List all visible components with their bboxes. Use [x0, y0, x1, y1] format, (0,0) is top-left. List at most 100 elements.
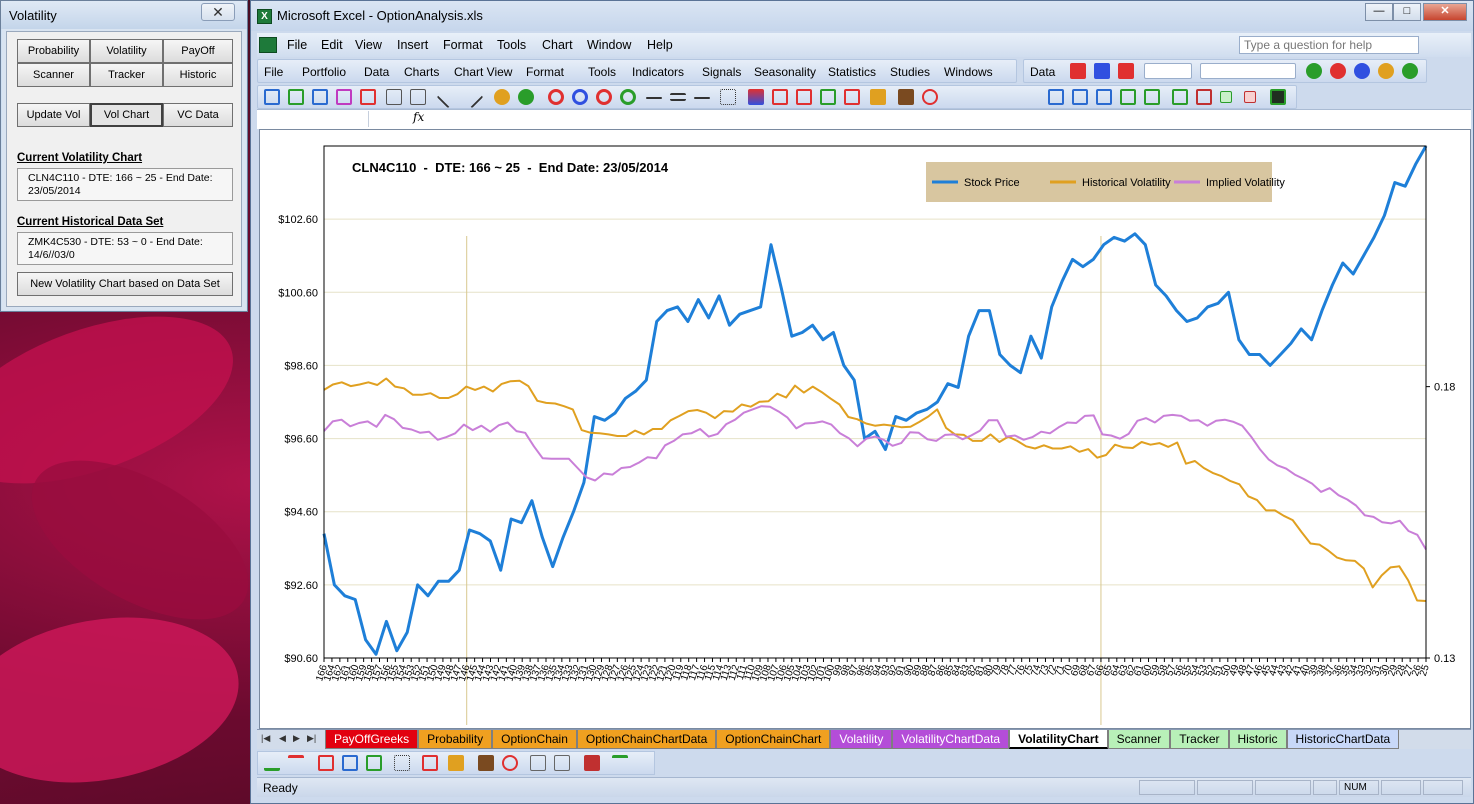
toolbar-studies[interactable]: Studies — [890, 65, 930, 79]
color-wheel-icon[interactable] — [1378, 63, 1394, 79]
chart-a-icon[interactable] — [422, 755, 438, 771]
studies-icon[interactable] — [1094, 63, 1110, 79]
toolbar-indicators[interactable]: Indicators — [632, 65, 684, 79]
house-icon[interactable] — [898, 89, 914, 105]
color-wheel-icon[interactable] — [1402, 63, 1418, 79]
probability-button[interactable]: Probability — [17, 39, 90, 63]
bar-chart-icon[interactable] — [748, 89, 764, 105]
function-icon[interactable]: fx — [413, 110, 424, 124]
line-icon[interactable] — [460, 85, 484, 109]
sheet-tab[interactable]: HistoricChartData — [1286, 730, 1400, 749]
sheet-tab[interactable]: VolatilityChartData — [892, 730, 1010, 749]
house-icon[interactable] — [478, 755, 494, 771]
toolbar-signals[interactable]: Signals — [702, 65, 741, 79]
minimize-icon[interactable]: — — [1365, 3, 1393, 21]
line-icon[interactable] — [436, 85, 460, 109]
historic-button[interactable]: Historic — [163, 63, 233, 87]
save-icon[interactable] — [1270, 89, 1286, 105]
menu-format[interactable]: Format — [443, 38, 483, 52]
period-dropdown[interactable] — [1200, 63, 1296, 79]
layout-icon[interactable] — [1096, 89, 1112, 105]
menu-help[interactable]: Help — [647, 38, 673, 52]
tools-icon[interactable] — [584, 755, 600, 771]
payoff-button[interactable]: PayOff — [163, 39, 233, 63]
link-icon[interactable] — [502, 755, 518, 771]
color-wheel-icon[interactable] — [1354, 63, 1370, 79]
chart-y-icon[interactable] — [820, 89, 836, 105]
menu-window[interactable]: Window — [587, 38, 631, 52]
grid-icon[interactable] — [394, 755, 410, 771]
toolbar-file[interactable]: File — [264, 65, 283, 79]
w-box-icon[interactable] — [336, 89, 352, 105]
studies-icon[interactable] — [1118, 63, 1134, 79]
vc-data-button[interactable]: VC Data — [163, 103, 233, 127]
chart-icon[interactable] — [342, 755, 358, 771]
layout-icon[interactable] — [1120, 89, 1136, 105]
next-sheet-icon[interactable]: ▶ — [293, 733, 300, 744]
o-arrow-icon[interactable] — [974, 89, 990, 105]
toolbar-portfolio[interactable]: Portfolio — [302, 65, 346, 79]
o-box-icon[interactable] — [264, 89, 280, 105]
color-wheel-icon[interactable] — [1330, 63, 1346, 79]
volatility-chart[interactable]: $90.60 $92.60 $94.60 $96.60 $98.60 $100.60 $10… — [260, 130, 1472, 730]
t-box-icon[interactable] — [288, 89, 304, 105]
hline-icon[interactable] — [694, 97, 710, 99]
menu-tools[interactable]: Tools — [497, 38, 526, 52]
down-arrow-icon[interactable] — [288, 755, 304, 771]
menu-file[interactable]: File — [287, 38, 307, 52]
sheet-tab[interactable]: VolatilityChart — [1009, 730, 1108, 749]
copy-icon[interactable] — [1172, 89, 1188, 105]
o-arrow-icon[interactable] — [998, 89, 1014, 105]
square-icon[interactable] — [1220, 91, 1232, 103]
menu-insert[interactable]: Insert — [397, 38, 428, 52]
volatility-button[interactable]: Volatility — [90, 39, 163, 63]
layout-icon[interactable] — [1072, 89, 1088, 105]
target-icon[interactable] — [620, 89, 636, 105]
sheet-tab[interactable]: Historic — [1228, 730, 1287, 749]
paint-icon[interactable] — [494, 89, 510, 105]
toolbar-seasonality[interactable]: Seasonality — [754, 65, 816, 79]
target-icon[interactable] — [596, 89, 612, 105]
u-box-icon[interactable] — [312, 89, 328, 105]
toolbar-data-right[interactable]: Data — [1030, 65, 1055, 79]
up-arrow-icon[interactable] — [264, 755, 280, 771]
vol-chart-button[interactable]: Vol Chart — [90, 103, 163, 127]
close-icon[interactable]: ✕ — [1423, 3, 1467, 21]
last-sheet-icon[interactable]: ▶| — [307, 733, 316, 744]
menu-edit[interactable]: Edit — [321, 38, 343, 52]
volatility-window-titlebar[interactable]: Volatility ✕ — [1, 1, 247, 29]
sheet-tab[interactable]: Volatility — [830, 730, 893, 749]
chevron-down-icon[interactable] — [612, 755, 628, 771]
color-wheel-icon[interactable] — [1306, 63, 1322, 79]
toolbar-windows[interactable]: Windows — [944, 65, 993, 79]
sheet-tab[interactable]: PayOffGreeks — [325, 730, 419, 749]
grid-icon[interactable] — [720, 89, 736, 105]
c-box-icon[interactable] — [410, 89, 426, 105]
name-box[interactable] — [259, 111, 369, 127]
s-arrow-icon[interactable] — [1022, 89, 1038, 105]
copy-icon[interactable] — [366, 755, 382, 771]
chart-area[interactable]: $90.60 $92.60 $94.60 $96.60 $98.60 $100.60 $10… — [259, 129, 1471, 729]
target-icon[interactable] — [548, 89, 564, 105]
chart-tl-icon[interactable] — [844, 89, 860, 105]
sheet-tab[interactable]: Probability — [418, 730, 493, 749]
e-arrow-icon[interactable] — [950, 89, 966, 105]
sheet-tab[interactable]: OptionChainChart — [716, 730, 831, 749]
square-icon[interactable] — [1244, 91, 1256, 103]
chart-a-icon[interactable] — [772, 89, 788, 105]
symbol-dropdown[interactable] — [1144, 63, 1192, 79]
tracker-button[interactable]: Tracker — [90, 63, 163, 87]
chart-b-icon[interactable] — [796, 89, 812, 105]
pencil-icon[interactable] — [448, 755, 464, 771]
e-arrow-icon[interactable] — [530, 755, 546, 771]
paint-icon[interactable] — [518, 89, 534, 105]
copy-icon[interactable] — [1196, 89, 1212, 105]
s-box-icon[interactable] — [360, 89, 376, 105]
workbook-icon[interactable] — [259, 37, 277, 53]
toolbar-format[interactable]: Format — [526, 65, 564, 79]
sheet-tab[interactable]: OptionChainChartData — [576, 730, 717, 749]
maximize-icon[interactable]: □ — [1393, 3, 1421, 21]
hline-icon[interactable] — [646, 97, 662, 99]
toolbar-tools[interactable]: Tools — [588, 65, 616, 79]
sheet-tab[interactable]: OptionChain — [492, 730, 577, 749]
